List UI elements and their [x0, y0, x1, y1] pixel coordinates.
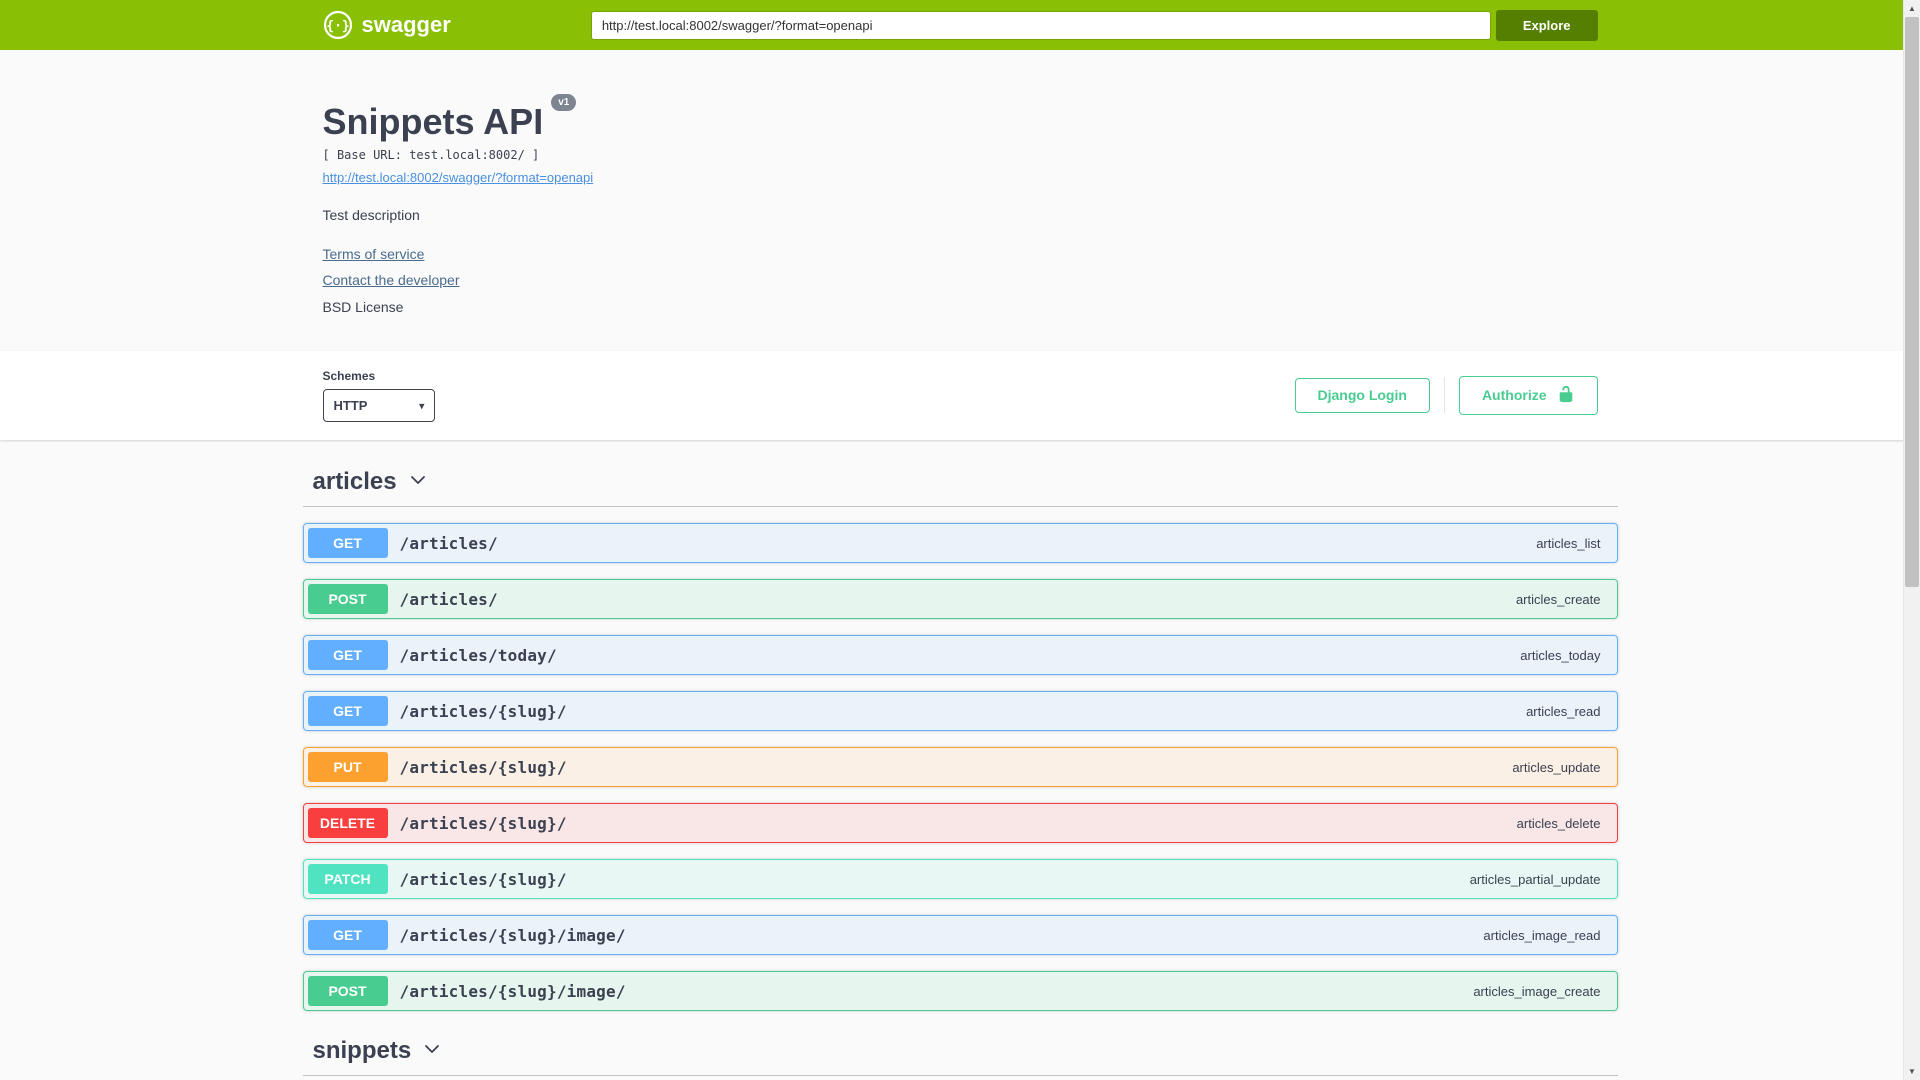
operation-id: articles_list: [1536, 535, 1601, 551]
page-title: Snippets API v1: [322, 94, 1598, 142]
contact-developer-link[interactable]: Contact the developer: [323, 272, 460, 288]
operation-path: /articles/: [399, 533, 498, 553]
method-badge: POST: [307, 584, 388, 614]
operation-id: articles_read: [1526, 703, 1601, 719]
info-section: Snippets API v1 [ Base URL: test.local:80…: [0, 50, 1920, 351]
operation-id: articles_today: [1520, 647, 1601, 663]
operation-row[interactable]: PUT /articles/{slug}/ articles_update: [302, 747, 1618, 787]
version-badge: v1: [551, 94, 577, 111]
operation-path: /articles/{slug}/: [399, 813, 567, 833]
license-label: BSD License: [322, 299, 404, 315]
operation-path: /articles/{slug}/image/: [399, 981, 626, 1001]
operation-id: articles_partial_update: [1469, 871, 1601, 887]
tag-operations: GET /articles/ articles_list POST /artic…: [302, 507, 1618, 1011]
operation-path: /articles/today/: [399, 645, 557, 665]
method-badge: PUT: [307, 752, 388, 782]
tag-section-snippets: snippets GET /snippets/ snippets_list: [302, 1027, 1618, 1080]
operation-path: /articles/{slug}/: [399, 701, 567, 721]
spec-url-input[interactable]: [590, 10, 1491, 40]
method-badge: GET: [307, 640, 388, 670]
authorize-button[interactable]: Authorize: [1458, 375, 1598, 416]
scrollbar[interactable]: ▲ ▼: [1903, 0, 1920, 1080]
swagger-brand-link[interactable]: {·} swagger: [323, 10, 451, 40]
operation-path: /articles/{slug}/: [399, 869, 567, 889]
unlock-icon: [1557, 385, 1575, 407]
method-badge: GET: [307, 920, 388, 950]
api-title: Snippets API: [322, 101, 544, 142]
brand-label: swagger: [361, 12, 451, 37]
scroll-up-button[interactable]: ▲: [1904, 0, 1920, 17]
operation-row[interactable]: GET /articles/{slug}/ articles_read: [302, 691, 1618, 731]
method-badge: GET: [307, 528, 388, 558]
scheme-select[interactable]: HTTP: [322, 389, 435, 422]
base-url: [ Base URL: test.local:8002/ ]: [322, 148, 540, 162]
operation-row[interactable]: POST /articles/{slug}/image/ articles_im…: [302, 971, 1618, 1011]
svg-text:{·}: {·}: [326, 19, 349, 34]
operation-id: articles_delete: [1516, 815, 1601, 831]
auth-divider: [1443, 377, 1445, 414]
method-badge: DELETE: [307, 808, 388, 838]
schemes-label: Schemes: [322, 369, 376, 383]
operation-path: /articles/{slug}/image/: [399, 925, 626, 945]
tag-name: articles: [312, 468, 397, 495]
operation-id: articles_image_create: [1473, 983, 1601, 999]
info-links: Terms of service Contact the developer: [323, 237, 1598, 289]
operation-row[interactable]: GET /articles/ articles_list: [302, 523, 1618, 563]
scroll-down-button[interactable]: ▼: [1904, 1063, 1920, 1080]
operations-list: articles GET /articles/ articles_list PO…: [302, 440, 1618, 1080]
scrollbar-thumb[interactable]: [1905, 17, 1919, 587]
chevron-down-icon: [423, 1040, 441, 1063]
terms-of-service-link[interactable]: Terms of service: [323, 246, 425, 262]
operation-row[interactable]: GET /articles/today/ articles_today: [302, 635, 1618, 675]
swagger-logo-icon: {·}: [323, 10, 353, 40]
operation-id: articles_update: [1512, 759, 1601, 775]
operation-row[interactable]: GET /articles/{slug}/image/ articles_ima…: [302, 915, 1618, 955]
explore-button[interactable]: Explore: [1495, 9, 1598, 41]
topbar: {·} swagger Explore: [0, 0, 1920, 50]
api-description: Test description: [322, 207, 420, 223]
scheme-container: Schemes HTTP ▾ Django Login Authorize: [0, 351, 1920, 440]
topbar-form: Explore: [590, 9, 1598, 41]
method-badge: GET: [307, 696, 388, 726]
tag-name: snippets: [312, 1037, 412, 1064]
django-login-button[interactable]: Django Login: [1294, 378, 1430, 413]
chevron-down-icon: [409, 471, 427, 494]
method-badge: PATCH: [307, 864, 388, 894]
tag-section-articles: articles GET /articles/ articles_list PO…: [302, 458, 1618, 1011]
auth-wrapper: Django Login Authorize: [1294, 375, 1598, 416]
schemes-block: Schemes HTTP ▾: [322, 369, 435, 422]
operation-row[interactable]: DELETE /articles/{slug}/ articles_delete: [302, 803, 1618, 843]
operation-path: /articles/: [399, 589, 498, 609]
operation-row[interactable]: POST /articles/ articles_create: [302, 579, 1618, 619]
operation-row[interactable]: PATCH /articles/{slug}/ articles_partial…: [302, 859, 1618, 899]
method-badge: POST: [307, 976, 388, 1006]
operation-id: articles_create: [1515, 591, 1601, 607]
tag-header[interactable]: snippets: [302, 1027, 1618, 1076]
operation-id: articles_image_read: [1483, 927, 1601, 943]
spec-link[interactable]: http://test.local:8002/swagger/?format=o…: [323, 170, 594, 185]
operation-path: /articles/{slug}/: [399, 757, 567, 777]
tag-operations: GET /snippets/ snippets_list: [303, 1076, 1618, 1080]
tag-header[interactable]: articles: [302, 458, 1618, 507]
